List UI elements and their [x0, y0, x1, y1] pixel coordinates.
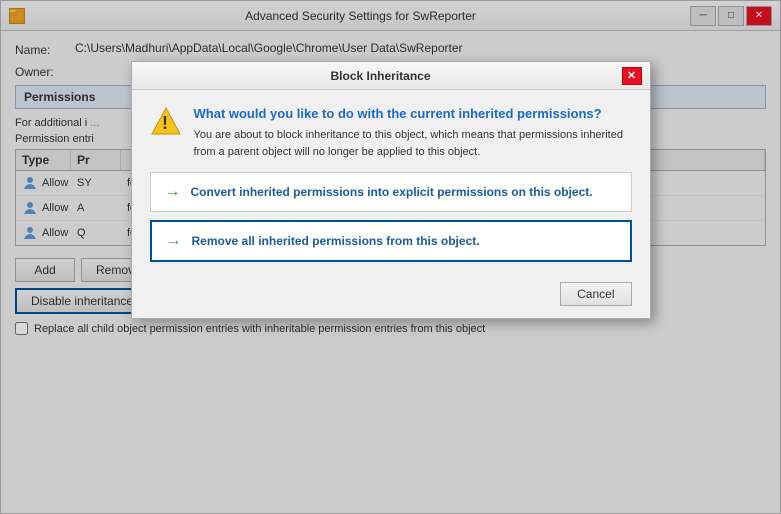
- remove-option-text: Remove all inherited permissions from th…: [192, 234, 480, 248]
- block-inheritance-modal: Block Inheritance ✕ ! What would you lik…: [131, 61, 651, 319]
- modal-bottom: Cancel: [132, 274, 650, 318]
- modal-description: You are about to block inheritance to th…: [194, 127, 632, 160]
- modal-question-content: What would you like to do with the curre…: [194, 106, 632, 160]
- warning-icon: !: [150, 106, 182, 141]
- convert-option-text: Convert inherited permissions into expli…: [191, 185, 593, 199]
- main-window: Advanced Security Settings for SwReporte…: [0, 0, 781, 514]
- modal-body: ! What would you like to do with the cur…: [132, 90, 650, 274]
- modal-title: Block Inheritance: [140, 69, 622, 83]
- modal-options: → Convert inherited permissions into exp…: [150, 172, 632, 262]
- modal-question-row: ! What would you like to do with the cur…: [150, 106, 632, 160]
- cancel-button[interactable]: Cancel: [560, 282, 631, 306]
- convert-option[interactable]: → Convert inherited permissions into exp…: [150, 172, 632, 212]
- remove-option[interactable]: → Remove all inherited permissions from …: [150, 220, 632, 262]
- modal-question-text: What would you like to do with the curre…: [194, 106, 632, 121]
- modal-close-button[interactable]: ✕: [622, 67, 642, 85]
- svg-text:!: !: [162, 113, 168, 133]
- modal-overlay: Block Inheritance ✕ ! What would you lik…: [1, 1, 780, 513]
- remove-arrow-icon: →: [166, 232, 182, 250]
- modal-title-bar: Block Inheritance ✕: [132, 62, 650, 90]
- convert-arrow-icon: →: [165, 183, 181, 201]
